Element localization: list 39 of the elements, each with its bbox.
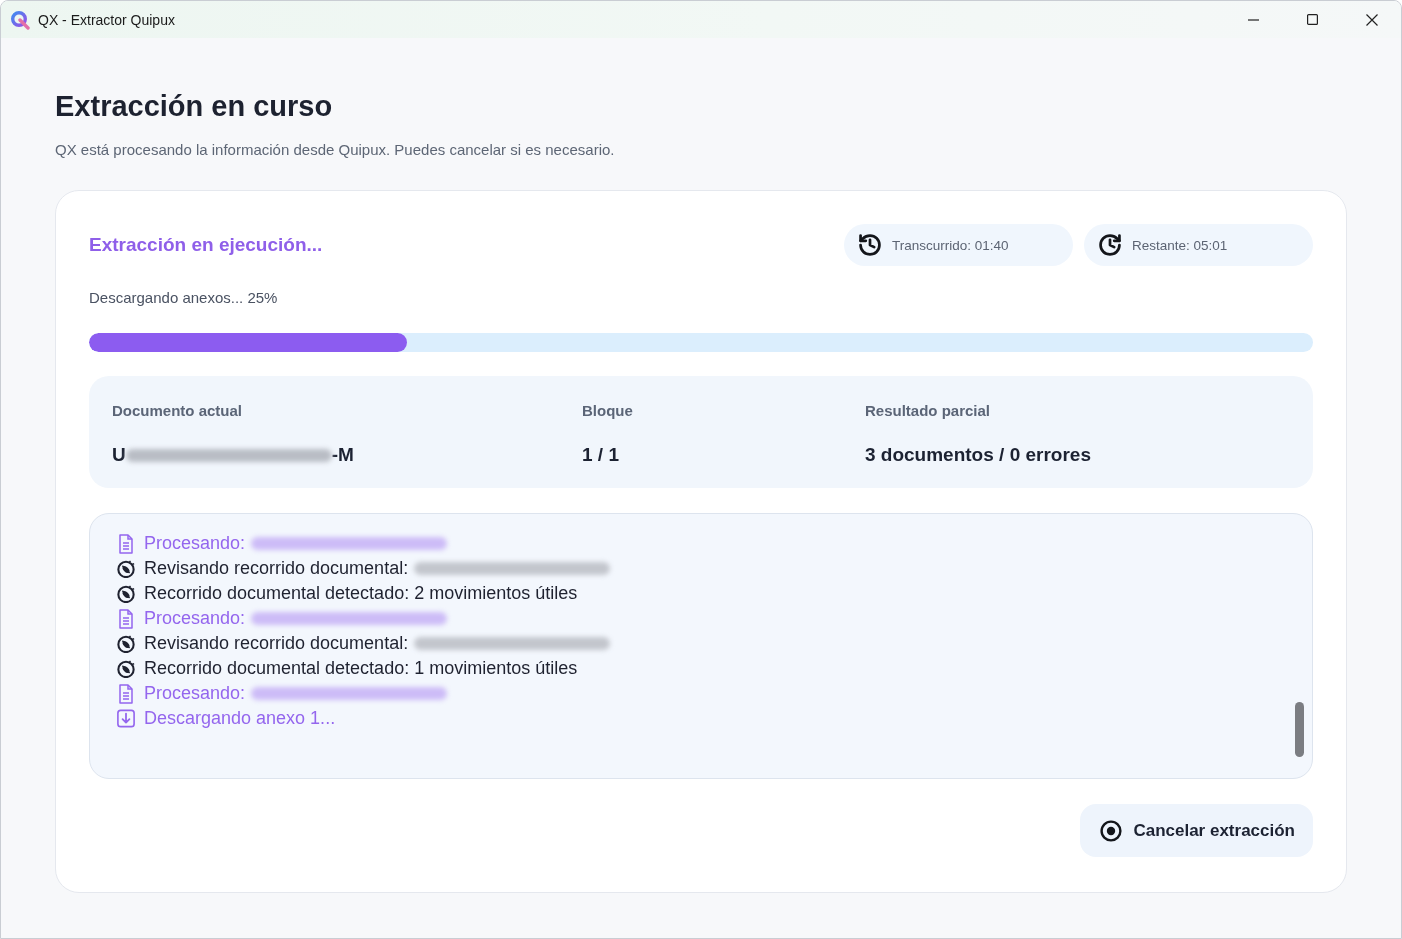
log-text: Recorrido documental detectado: 2 movimientos útiles [144, 582, 578, 605]
document-icon [118, 533, 134, 554]
compass-icon [117, 659, 135, 678]
cancel-button[interactable]: Cancelar extracción [1080, 804, 1313, 857]
document-icon [118, 683, 134, 704]
detail-value: 3 documentos / 0 errores [865, 443, 1091, 467]
compass-icon [117, 559, 135, 578]
log-text: Procesando: [144, 682, 246, 705]
log-text: Procesando: [144, 532, 246, 555]
history-icon [859, 234, 881, 256]
maximize-icon [1307, 14, 1318, 25]
minimize-icon [1248, 18, 1259, 21]
stop-circle-icon [1100, 819, 1123, 842]
log-text: Revisando recorrido documental: [144, 557, 409, 580]
detail-label: Bloque [582, 402, 634, 420]
log-text: Revisando recorrido documental: [144, 632, 409, 655]
window-title: QX - Extractor Quipux [38, 11, 176, 28]
log-text: Procesando: [144, 607, 246, 630]
detail-value: -M [331, 443, 354, 467]
detail-value: U [112, 443, 126, 467]
log-text: Recorrido documental detectado: 1 movimientos útiles [144, 657, 578, 680]
status-title: Extracción en ejecución... [89, 234, 324, 256]
scrollbar-thumb[interactable] [1295, 702, 1304, 757]
close-icon [1365, 13, 1378, 26]
page-subtitle: QX está procesando la información desde Quipux. Puedes cancelar si es necesario. [55, 140, 616, 160]
detail-label: Documento actual [112, 402, 244, 420]
download-icon [117, 709, 135, 728]
detail-value: 1 / 1 [582, 443, 619, 467]
app-logo-icon [10, 9, 30, 30]
progress-label: Descargando anexos... 25% [89, 288, 279, 308]
document-icon [118, 608, 134, 629]
page-title: Extracción en curso [55, 89, 334, 124]
log-text: Descargando anexo 1... [144, 707, 336, 730]
timer-label: Restante: 05:01 [1132, 237, 1228, 253]
timer-label: Transcurrido: 01:40 [892, 237, 1009, 253]
detail-label: Resultado parcial [865, 402, 992, 420]
clock-arrow-icon [1099, 234, 1121, 256]
compass-icon [117, 584, 135, 603]
compass-icon [117, 634, 135, 653]
